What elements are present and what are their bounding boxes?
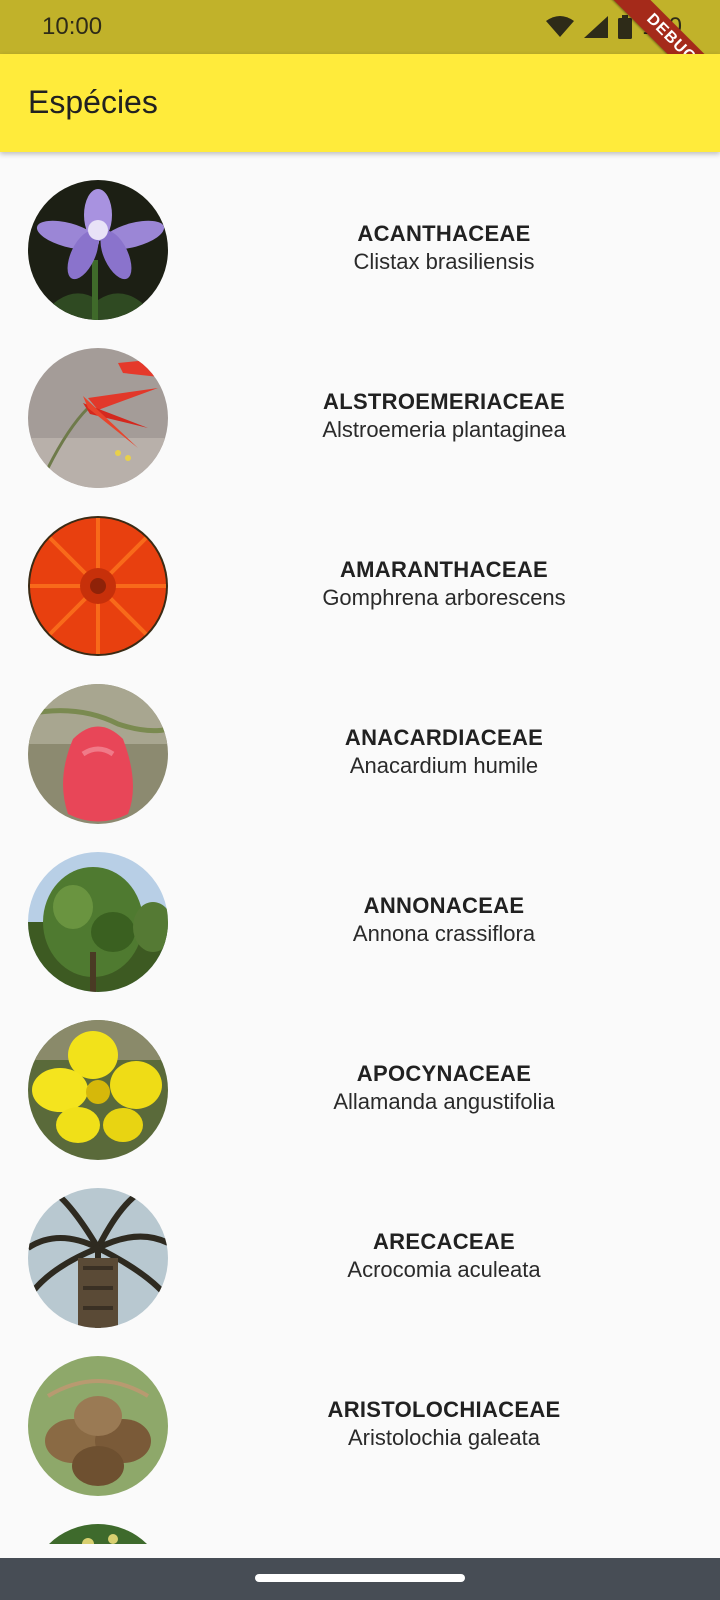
species-list[interactable]: ACANTHACEAE Clistax brasiliensis ALSTROE… [0, 152, 720, 1544]
family-name: APOCYNACEAE [356, 1061, 532, 1086]
species-photo-annona [28, 852, 168, 992]
species-name: Acrocomia aculeata [347, 1257, 541, 1282]
list-item[interactable]: ACANTHACEAE Clistax brasiliensis [0, 152, 720, 320]
list-item[interactable]: ARECACEAE Acrocomia aculeata [0, 1160, 720, 1328]
family-name: AMARANTHACEAE [339, 557, 548, 582]
list-item[interactable]: ANACARDIACEAE Anacardium humile [0, 656, 720, 824]
navigation-bar [0, 1558, 720, 1600]
species-photo-aristolochia [28, 1356, 168, 1496]
species-name: Annona crassiflora [352, 921, 536, 946]
battery-icon [617, 15, 632, 39]
app-bar: Espécies [0, 54, 720, 152]
status-time: 10:00 [42, 13, 103, 40]
species-photo-allamanda [28, 1020, 168, 1160]
species-photo-clistax [28, 180, 168, 320]
species-photo-partial [28, 1524, 168, 1544]
species-name: Clistax brasiliensis [353, 249, 535, 274]
species-photo-acrocomia [28, 1188, 168, 1328]
list-item[interactable]: ANNONACEAE Annona crassiflora [0, 824, 720, 992]
wifi-icon [545, 16, 574, 38]
list-item[interactable]: AMARANTHACEAE Gomphrena arborescens [0, 488, 720, 656]
list-item[interactable]: ALSTROEMERIACEAE Alstroemeria plantagine… [0, 320, 720, 488]
species-photo-gomphrena [28, 516, 168, 656]
species-name: Alstroemeria plantaginea [322, 417, 566, 442]
screen: 10:00 100 DEBUG Espécies [0, 0, 720, 1600]
list-item[interactable]: ARISTOLOCHIACEAE Aristolochia galeata [0, 1328, 720, 1496]
family-name: ANACARDIACEAE [344, 725, 544, 750]
home-gesture-handle[interactable] [255, 1574, 465, 1582]
family-name: ACANTHACEAE [357, 221, 531, 246]
cell-signal-icon [583, 16, 608, 38]
list-item[interactable]: APOCYNACEAE Allamanda angustifolia [0, 992, 720, 1160]
list-item[interactable] [0, 1496, 720, 1544]
species-name: Gomphrena arborescens [322, 585, 566, 610]
status-bar: 10:00 100 [0, 0, 720, 54]
species-name: Allamanda angustifolia [333, 1089, 555, 1114]
species-photo-anacardium [28, 684, 168, 824]
family-name: ARISTOLOCHIACEAE [327, 1397, 561, 1422]
species-name: Aristolochia galeata [347, 1425, 540, 1450]
family-name: ARECACEAE [372, 1229, 516, 1254]
family-name: ALSTROEMERIACEAE [323, 389, 565, 414]
page-title: Espécies [28, 84, 158, 120]
species-name: Anacardium humile [349, 753, 539, 778]
species-photo-alstroemeria [28, 348, 168, 488]
family-name: ANNONACEAE [363, 893, 525, 918]
